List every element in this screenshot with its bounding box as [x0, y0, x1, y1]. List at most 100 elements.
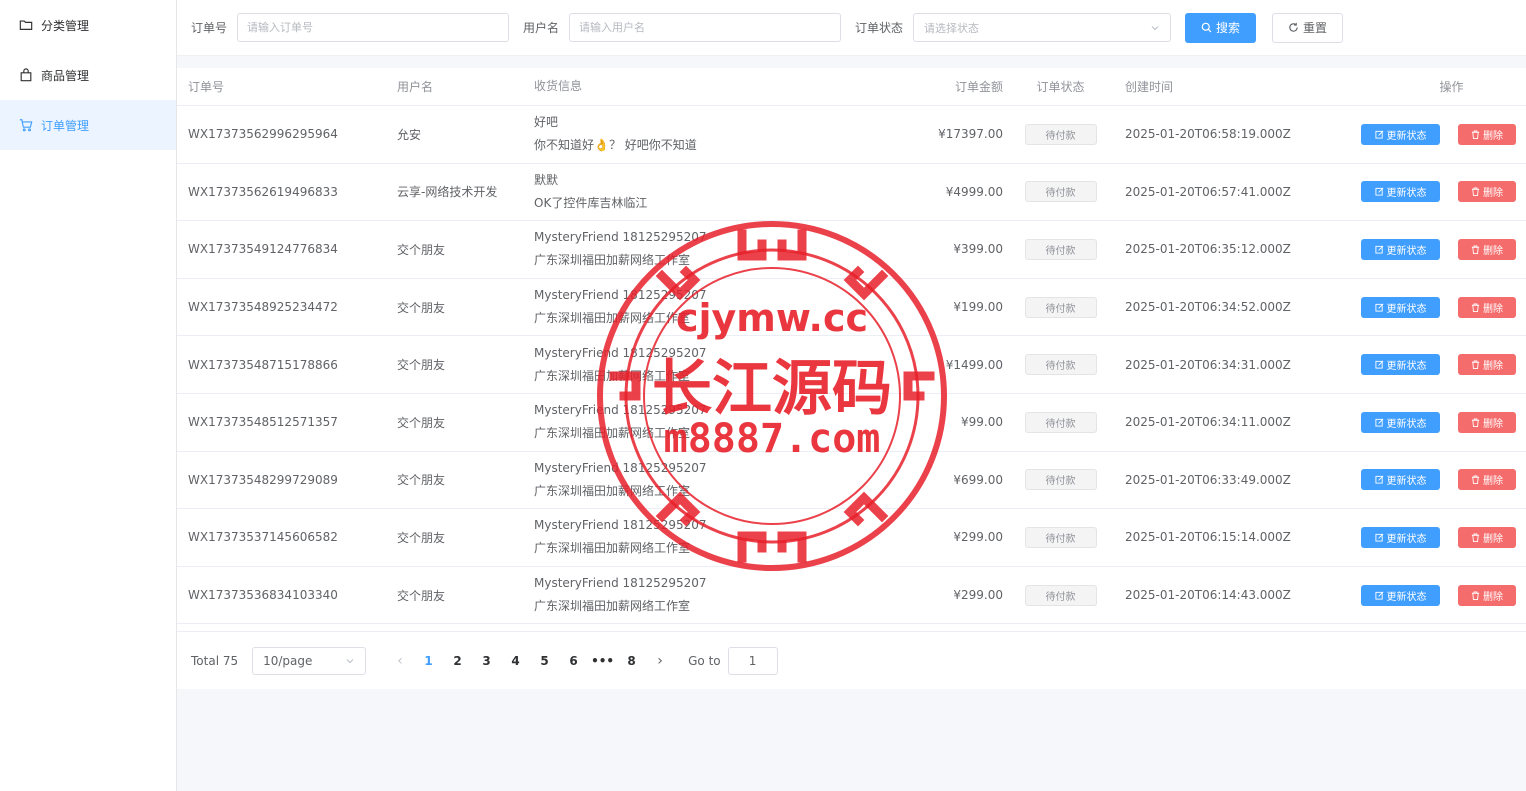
goto-label: Go to — [688, 653, 721, 668]
username-cell: 交个朋友 — [397, 530, 446, 545]
goto-input[interactable] — [727, 646, 778, 675]
next-page-icon[interactable]: › — [646, 653, 674, 669]
bag-icon — [20, 68, 32, 82]
delete-button[interactable]: 删除 — [1458, 123, 1516, 145]
page-number[interactable]: 3 — [472, 654, 501, 668]
trash-icon — [1471, 303, 1480, 312]
trash-icon — [1471, 475, 1480, 485]
trash-icon — [1471, 130, 1480, 139]
update-status-label: 更新状态 — [1386, 303, 1427, 315]
update-status-label: 更新状态 — [1386, 591, 1427, 603]
amount-cell: ¥99.00 — [961, 415, 1003, 430]
sidebar: 分类管理 商品管理 订单管理 — [0, 0, 177, 791]
edit-icon — [1374, 533, 1383, 542]
header-order-no: 订单号 — [188, 80, 225, 94]
update-status-button[interactable]: 更新状态 — [1361, 584, 1440, 606]
more-pages-icon[interactable]: ••• — [588, 654, 617, 668]
prev-page-icon[interactable]: ‹ — [386, 653, 414, 669]
page-number[interactable]: 4 — [501, 654, 530, 668]
edit-icon — [1374, 187, 1383, 196]
delete-button[interactable]: 删除 — [1458, 296, 1516, 318]
shipping-line2: 广东深圳福田加薪网络工作室 — [534, 541, 691, 556]
page-number[interactable]: 8 — [617, 654, 646, 668]
update-status-button[interactable]: 更新状态 — [1361, 181, 1440, 203]
status-badge: 待付款 — [1024, 238, 1097, 260]
chevron-down-icon — [1151, 25, 1159, 30]
trash-icon — [1471, 187, 1480, 197]
table-row: WX17373548299729089 交个朋友 MysteryFriend 181… — [177, 452, 1526, 510]
update-status-label: 更新状态 — [1386, 361, 1427, 373]
order-no-cell: WX17373537145606582 — [188, 530, 338, 545]
page-number[interactable]: 1 — [414, 654, 443, 668]
header-shipping: 收货信息 — [534, 79, 583, 93]
delete-button[interactable]: 删除 — [1458, 584, 1516, 606]
trash-icon — [1471, 245, 1480, 254]
update-status-button[interactable]: 更新状态 — [1361, 123, 1440, 145]
table-row: WX17373562619496833 云享-网络技术开发 默默 OK了控件库吉林临江… — [177, 164, 1526, 222]
page-number[interactable]: 2 — [443, 654, 472, 668]
shipping-cell: MysteryFriend 18125295207 广东深圳福田加薪网络工作室 — [523, 572, 803, 618]
order-no-cell: WX17373536834103340 — [188, 588, 338, 603]
update-status-button[interactable]: 更新状态 — [1361, 469, 1440, 491]
created-cell: 2025-01-20T06:14:43.000Z — [1125, 588, 1291, 603]
created-cell: 2025-01-20T06:15:14.000Z — [1125, 530, 1291, 545]
delete-button[interactable]: 删除 — [1458, 354, 1516, 376]
actions-cell: 更新状态 删除 — [1307, 411, 1526, 433]
shipping-line2: 广东深圳福田加薪网络工作室 — [534, 368, 691, 383]
sidebar-item-label: 商品管理 — [41, 68, 90, 83]
update-status-button[interactable]: 更新状态 — [1361, 354, 1440, 376]
shipping-cell: MysteryFriend 18125295207 广东深圳福田加薪网络工作室 — [523, 514, 803, 560]
status-badge: 待付款 — [1024, 469, 1097, 491]
sidebar-item-products[interactable]: 商品管理 — [0, 50, 176, 100]
edit-icon — [1374, 360, 1383, 369]
order-no-input[interactable] — [237, 13, 510, 42]
amount-cell: ¥699.00 — [953, 472, 1003, 487]
page-number[interactable]: 6 — [559, 654, 588, 668]
delete-button[interactable]: 删除 — [1458, 526, 1516, 548]
update-status-button[interactable]: 更新状态 — [1361, 526, 1440, 548]
update-status-label: 更新状态 — [1386, 130, 1427, 142]
shipping-line1: MysteryFriend 18125295207 — [534, 230, 707, 245]
actions-cell: 更新状态 删除 — [1307, 526, 1526, 548]
folder-icon — [19, 20, 33, 30]
shipping-line2: 广东深圳福田加薪网络工作室 — [534, 426, 691, 441]
delete-button[interactable]: 删除 — [1458, 181, 1516, 203]
status-cell: 待付款 — [1003, 238, 1107, 260]
created-cell: 2025-01-20T06:34:52.000Z — [1125, 300, 1291, 315]
status-select[interactable]: 请选择状态 — [913, 13, 1172, 42]
sidebar-item-label: 分类管理 — [41, 18, 90, 33]
status-cell: 待付款 — [1003, 296, 1107, 318]
username-input[interactable] — [569, 13, 842, 42]
shipping-line2: OK了控件库吉林临江 — [534, 195, 648, 210]
delete-button[interactable]: 删除 — [1458, 238, 1516, 260]
page-size-select[interactable]: 10/page — [252, 646, 367, 675]
order-no-cell: WX17373548299729089 — [188, 472, 338, 487]
edit-icon — [1374, 130, 1383, 139]
page-number[interactable]: 5 — [530, 654, 559, 668]
reset-button[interactable]: 重置 — [1272, 12, 1344, 43]
update-status-button[interactable]: 更新状态 — [1361, 238, 1440, 260]
table-row: WX17373537145606582 交个朋友 MysteryFriend 181… — [177, 509, 1526, 567]
table-row: WX17373562996295964 允安 好吧 你不知道好👌？ 好吧你不知道 ¥17… — [177, 106, 1526, 164]
status-cell: 待付款 — [1003, 411, 1107, 433]
header-actions: 操作 — [1439, 80, 1464, 94]
update-status-button[interactable]: 更新状态 — [1361, 411, 1440, 433]
update-status-label: 更新状态 — [1386, 533, 1427, 545]
shipping-cell: MysteryFriend 18125295207 广东深圳福田加薪网络工作室 — [523, 342, 803, 388]
delete-button[interactable]: 删除 — [1458, 469, 1516, 491]
shipping-line1: 好吧 — [534, 115, 559, 130]
search-button[interactable]: 搜索 — [1185, 12, 1257, 43]
table-header: 订单号 用户名 收货信息 订单金额 订单状态 创建时间 操作 — [177, 68, 1526, 106]
update-status-button[interactable]: 更新状态 — [1361, 296, 1440, 318]
sidebar-item-category[interactable]: 分类管理 — [0, 0, 176, 50]
shipping-line1: 默默 — [534, 172, 559, 187]
header-created: 创建时间 — [1125, 80, 1174, 94]
delete-label: 删除 — [1483, 245, 1503, 257]
update-status-label: 更新状态 — [1386, 418, 1427, 430]
actions-cell: 更新状态 删除 — [1307, 584, 1526, 606]
shipping-cell: MysteryFriend 18125295207 广东深圳福田加薪网络工作室 — [523, 284, 803, 330]
sidebar-item-orders[interactable]: 订单管理 — [0, 100, 176, 150]
status-label: 订单状态 — [855, 21, 904, 35]
delete-button[interactable]: 删除 — [1458, 411, 1516, 433]
amount-cell: ¥17397.00 — [938, 127, 1003, 142]
